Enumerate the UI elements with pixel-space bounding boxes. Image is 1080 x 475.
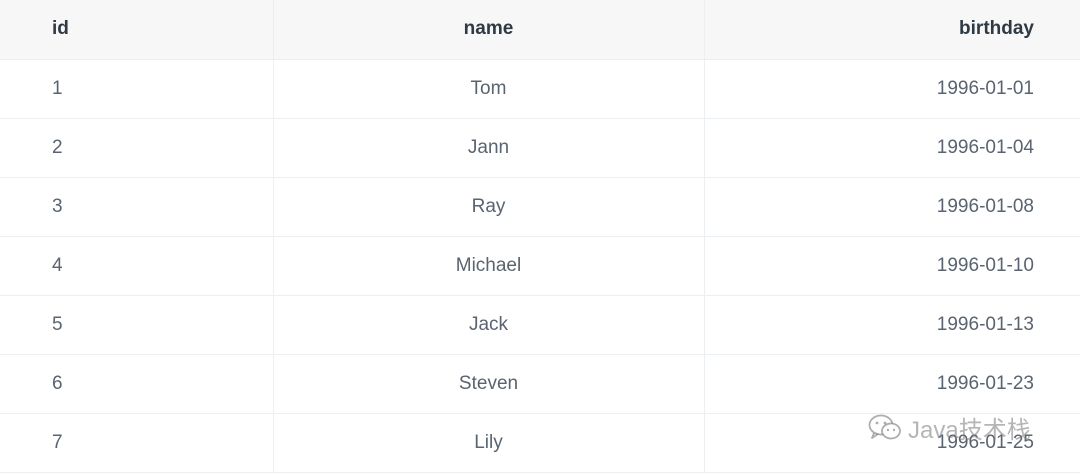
cell-name: Michael bbox=[273, 236, 705, 296]
cell-birthday: 1996-01-08 bbox=[704, 177, 1080, 237]
header-row: id name birthday bbox=[0, 0, 1080, 60]
cell-id: 1 bbox=[0, 59, 274, 119]
cell-name: Ray bbox=[273, 177, 705, 237]
cell-name: Jann bbox=[273, 118, 705, 178]
cell-name: Lily bbox=[273, 413, 705, 473]
table-body: 1 Tom 1996-01-01 2 Jann 1996-01-04 3 Ray… bbox=[0, 59, 1080, 473]
cell-id: 2 bbox=[0, 118, 274, 178]
column-header-birthday[interactable]: birthday bbox=[704, 0, 1080, 60]
cell-birthday: 1996-01-04 bbox=[704, 118, 1080, 178]
table-row[interactable]: 1 Tom 1996-01-01 bbox=[0, 59, 1080, 119]
cell-id: 6 bbox=[0, 354, 274, 414]
table-row[interactable]: 6 Steven 1996-01-23 bbox=[0, 354, 1080, 414]
table-row[interactable]: 3 Ray 1996-01-08 bbox=[0, 177, 1080, 237]
table-row[interactable]: 5 Jack 1996-01-13 bbox=[0, 295, 1080, 355]
column-header-id[interactable]: id bbox=[0, 0, 274, 60]
table-row[interactable]: 2 Jann 1996-01-04 bbox=[0, 118, 1080, 178]
table-row[interactable]: 4 Michael 1996-01-10 bbox=[0, 236, 1080, 296]
cell-name: Tom bbox=[273, 59, 705, 119]
table-header: id name birthday bbox=[0, 0, 1080, 60]
cell-birthday: 1996-01-10 bbox=[704, 236, 1080, 296]
cell-name: Steven bbox=[273, 354, 705, 414]
cell-name: Jack bbox=[273, 295, 705, 355]
cell-birthday: 1996-01-23 bbox=[704, 354, 1080, 414]
cell-birthday: 1996-01-01 bbox=[704, 59, 1080, 119]
cell-id: 7 bbox=[0, 413, 274, 473]
cell-birthday: 1996-01-13 bbox=[704, 295, 1080, 355]
table-row[interactable]: 7 Lily 1996-01-25 bbox=[0, 413, 1080, 473]
data-table: id name birthday 1 Tom 1996-01-01 2 Jann… bbox=[0, 0, 1080, 473]
column-header-name[interactable]: name bbox=[273, 0, 705, 60]
data-table-container: id name birthday 1 Tom 1996-01-01 2 Jann… bbox=[0, 0, 1080, 475]
cell-id: 5 bbox=[0, 295, 274, 355]
cell-id: 4 bbox=[0, 236, 274, 296]
cell-id: 3 bbox=[0, 177, 274, 237]
cell-birthday: 1996-01-25 bbox=[704, 413, 1080, 473]
